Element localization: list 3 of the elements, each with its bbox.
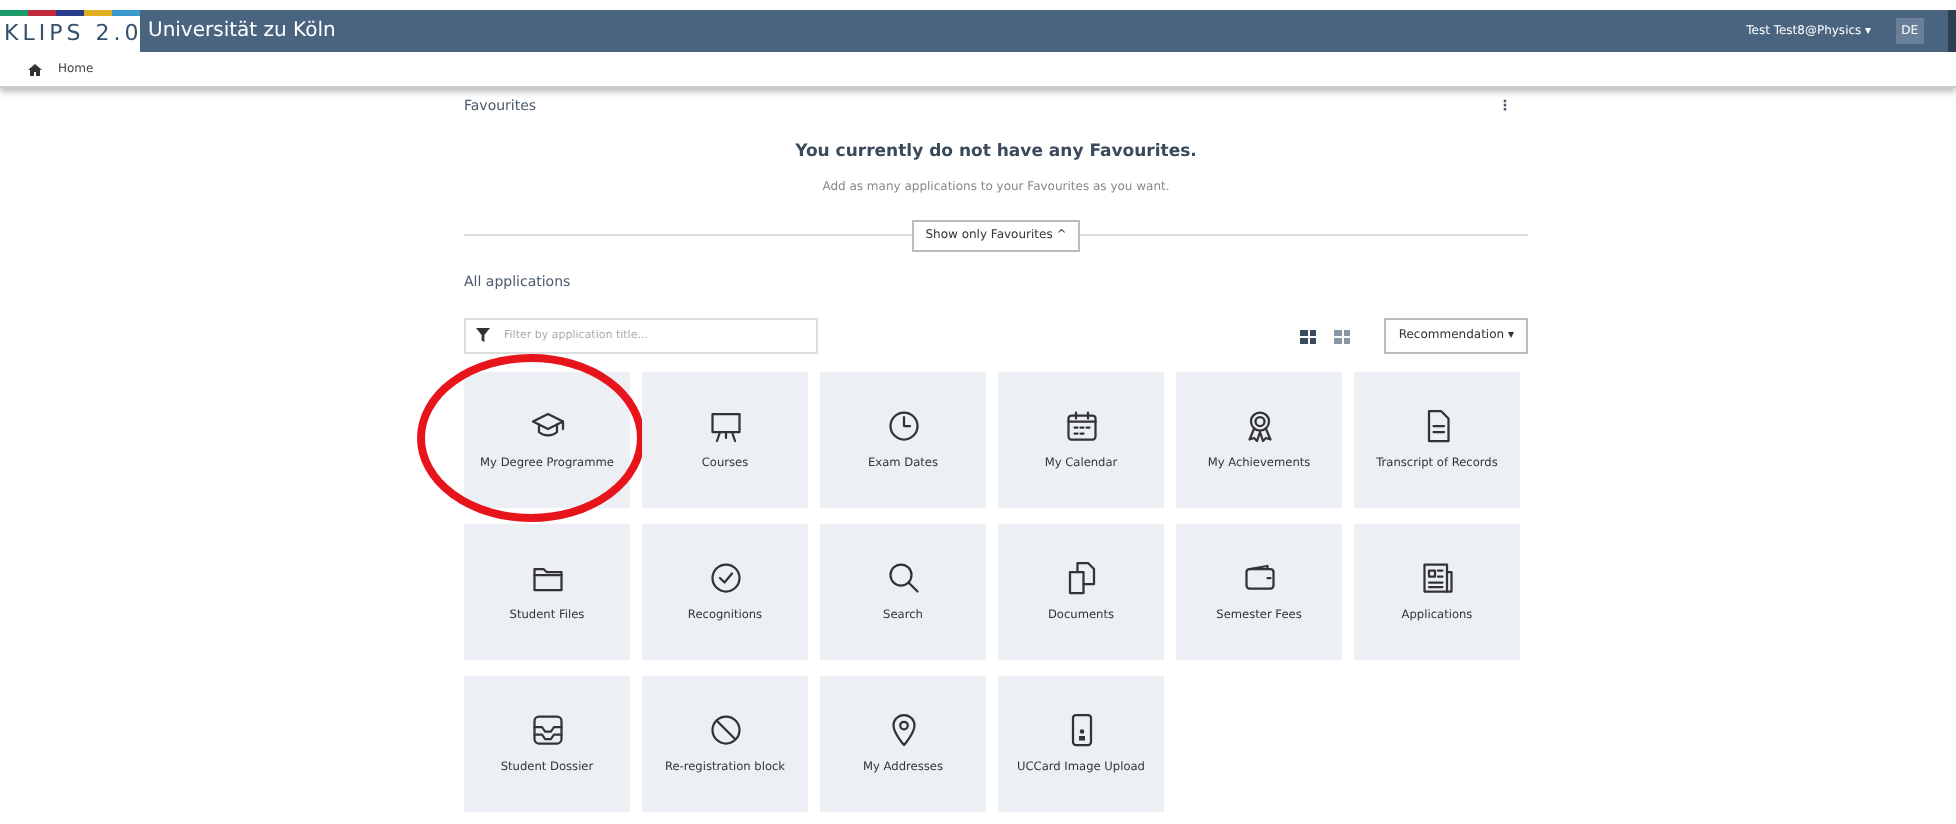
university-name: Universität zu Köln [148,18,336,46]
logo: KLIPS 2.0 [4,20,143,46]
empty-title: You currently do not have any Favourites. [793,140,1199,166]
